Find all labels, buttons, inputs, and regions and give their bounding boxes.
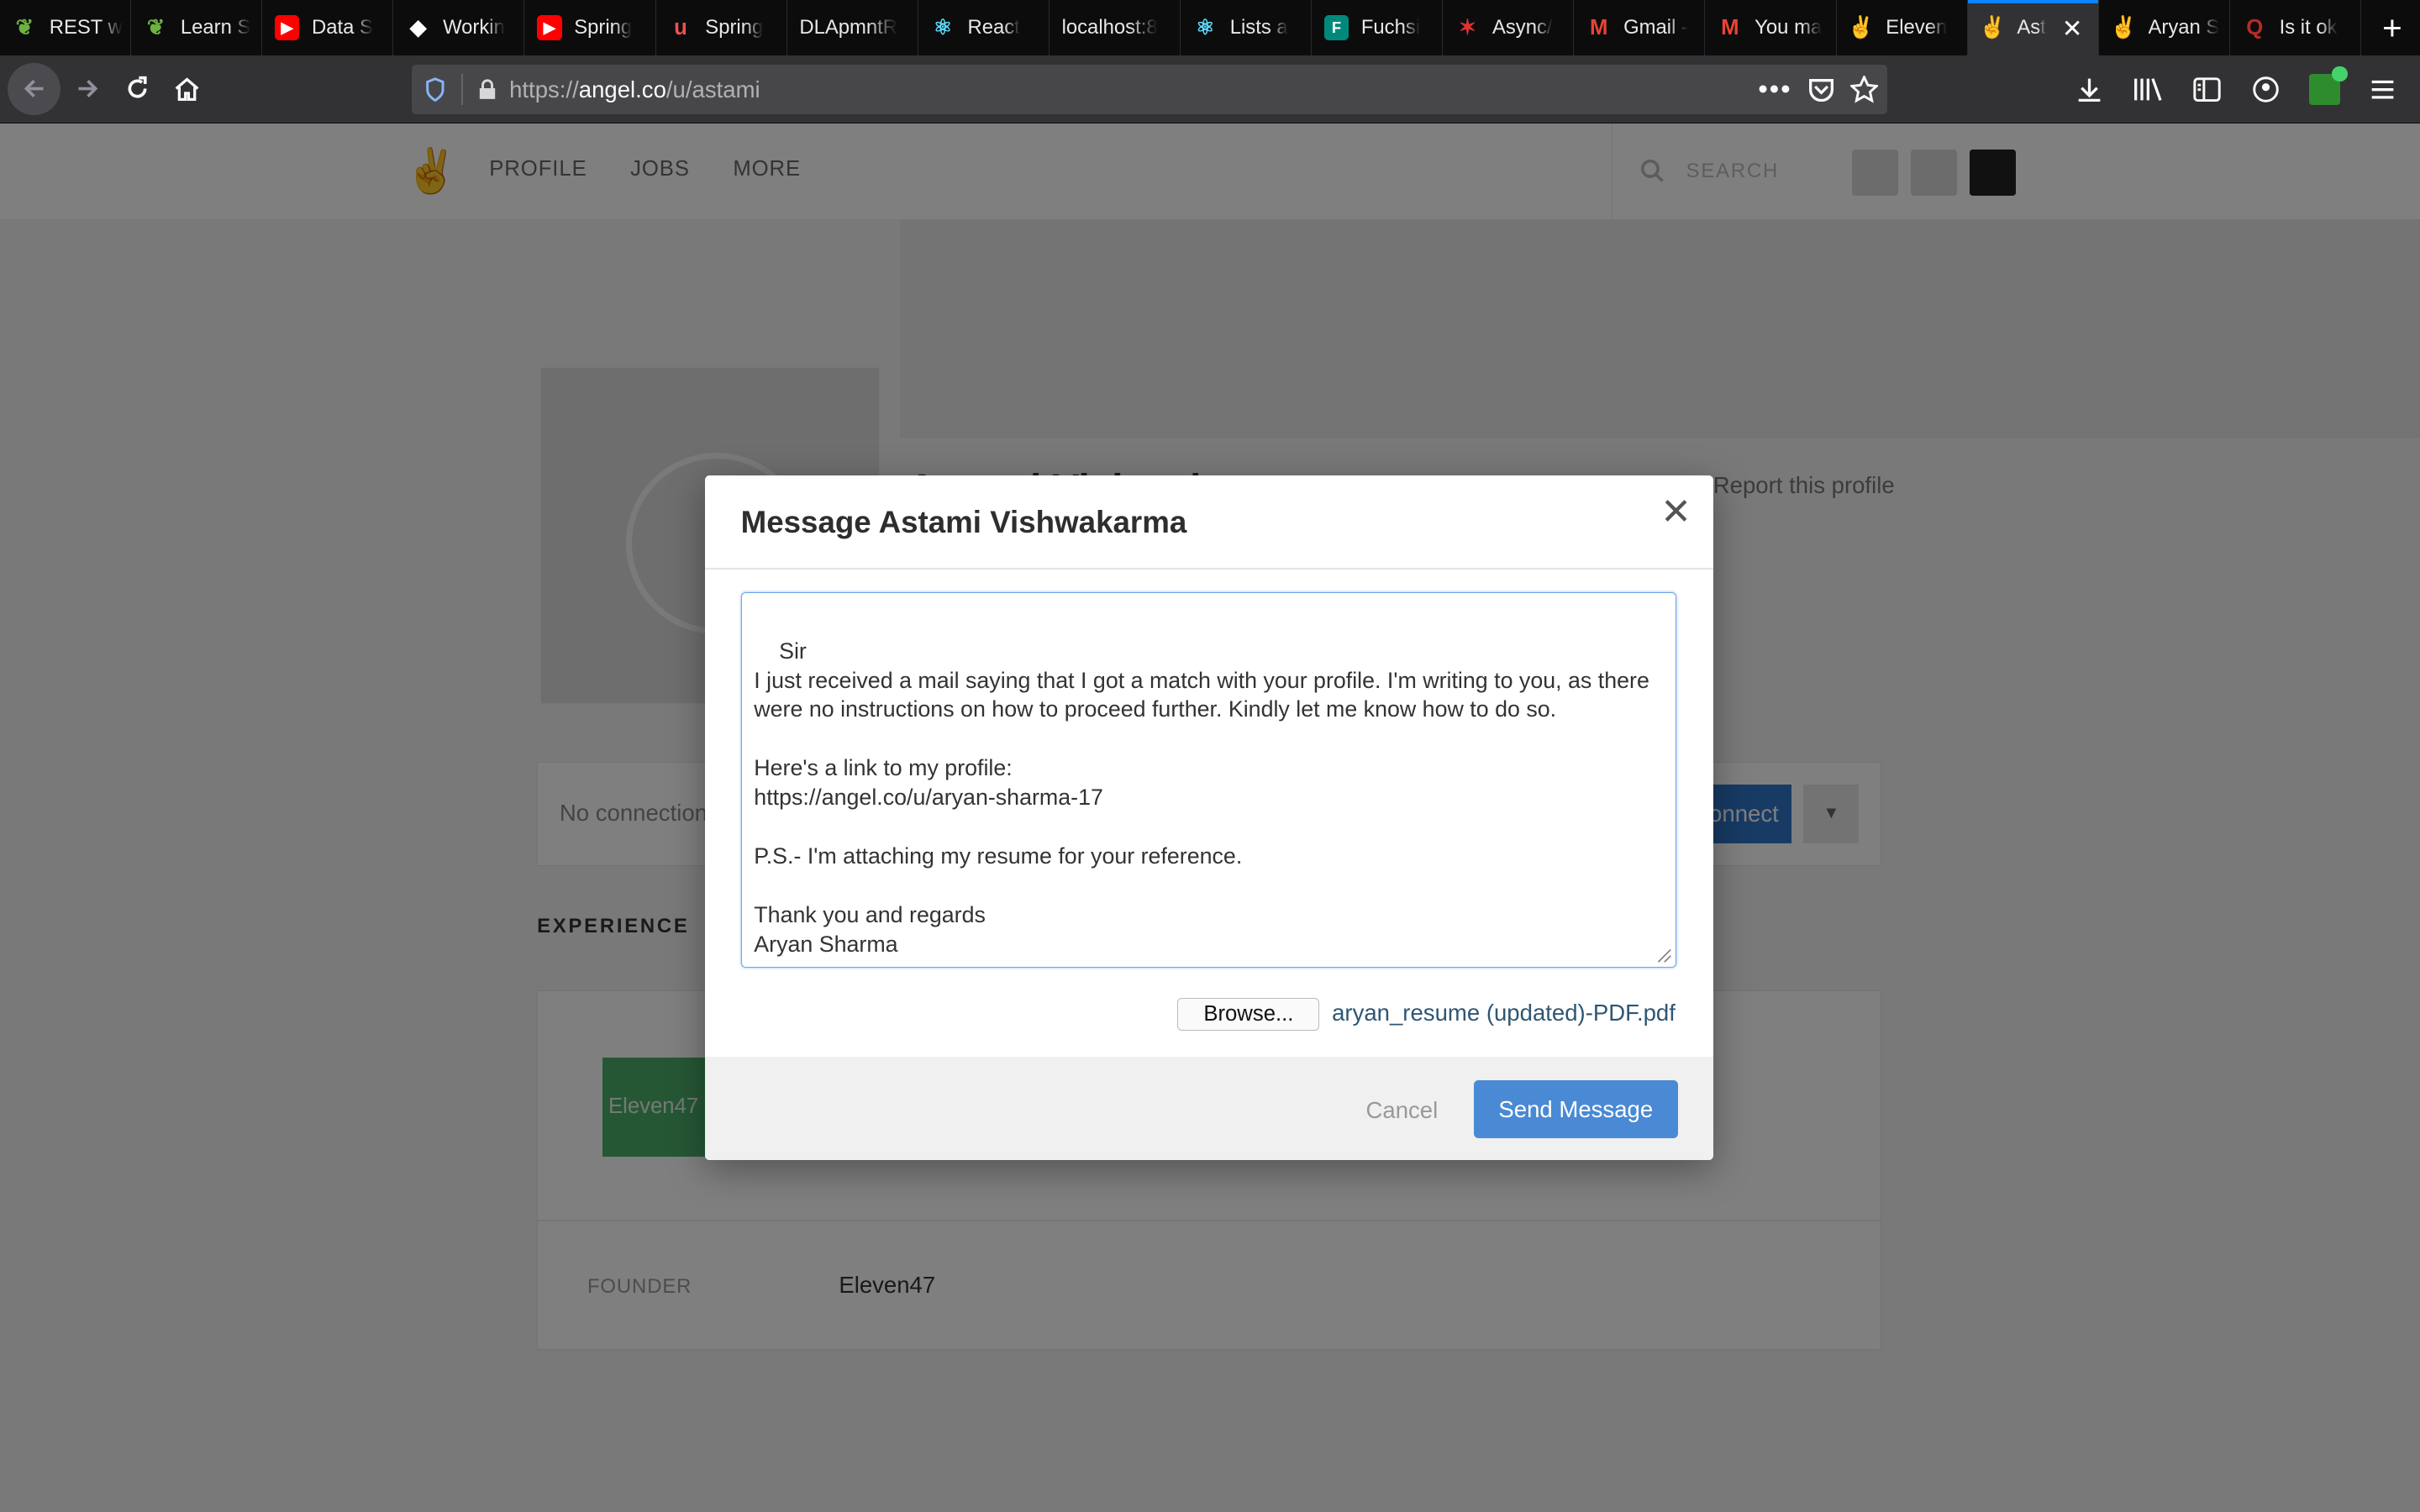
tab-label: React xyxy=(967,16,1020,39)
lock-icon xyxy=(480,79,496,99)
tab-label: Learn S xyxy=(180,16,251,39)
hamburger-icon xyxy=(2372,80,2394,99)
tab-label: Gmail - xyxy=(1623,16,1688,39)
pocket-icon[interactable] xyxy=(1807,77,1835,102)
url-bar[interactable]: https://angel.co/u/astami ••• xyxy=(412,65,1888,114)
reload-button[interactable] xyxy=(113,65,162,114)
arrow-right-icon xyxy=(78,80,98,98)
home-button[interactable] xyxy=(162,65,212,114)
browser-toolbar: https://angel.co/u/astami ••• xyxy=(0,55,2420,123)
react-icon: ⚛ xyxy=(933,16,953,40)
page-actions-icon[interactable]: ••• xyxy=(1758,74,1791,106)
message-text: Sir I just received a mail saying that I… xyxy=(754,638,1649,957)
resize-grip-icon[interactable] xyxy=(1654,945,1672,963)
leaf-icon: ❦ xyxy=(146,16,166,40)
fuchsia-icon: F xyxy=(1323,15,1349,40)
star-icon[interactable] xyxy=(1850,75,1879,103)
account-button[interactable] xyxy=(2241,65,2291,114)
tab-17[interactable]: Q Is it ok xyxy=(2230,0,2361,56)
angellist-icon: ✌ xyxy=(1847,16,1875,40)
browse-button[interactable]: Browse... xyxy=(1177,998,1320,1031)
cors-extension-icon xyxy=(2308,66,2348,105)
tab-label: Spring xyxy=(574,16,633,39)
tab-8[interactable]: localhost:8 xyxy=(1050,0,1181,56)
tab-3[interactable]: ◆ Workin xyxy=(393,0,525,56)
tab-10[interactable]: F Fuchsi xyxy=(1312,0,1444,56)
tab-12[interactable]: M Gmail - xyxy=(1574,0,1706,56)
download-icon xyxy=(2079,78,2101,102)
library-icon xyxy=(2134,78,2163,101)
tab-close-icon[interactable]: ✕ xyxy=(2062,14,2083,44)
message-textarea[interactable]: Sir I just received a mail saying that I… xyxy=(740,592,1676,968)
tab-label: Aryan S xyxy=(2148,16,2220,39)
angellist-icon: ✌ xyxy=(1979,16,2007,40)
udemy-icon: u xyxy=(674,15,687,39)
tab-label: Spring xyxy=(705,16,764,39)
cors-extension-button[interactable] xyxy=(2300,65,2349,114)
youtube-icon: ▶ xyxy=(274,15,300,40)
sidebar-icon xyxy=(2193,77,2221,102)
angellist-icon: ✌ xyxy=(2110,16,2138,40)
tab-7[interactable]: ⚛ React xyxy=(918,0,1050,56)
tab-4[interactable]: ▶ Spring xyxy=(524,0,656,56)
arrow-left-icon xyxy=(24,80,44,98)
tab-label: Workin xyxy=(443,16,505,39)
forward-button[interactable] xyxy=(63,65,113,114)
tab-6[interactable]: DLApmntR xyxy=(787,0,918,56)
tab-label: localhost:8 xyxy=(1061,16,1158,39)
menu-button[interactable] xyxy=(2359,65,2408,114)
home-icon xyxy=(175,77,199,102)
tab-5[interactable]: u Spring xyxy=(656,0,787,56)
tab-label: Lists a xyxy=(1229,16,1288,39)
tab-16[interactable]: ✌ Aryan S xyxy=(2099,0,2230,56)
tab-2[interactable]: ▶ Data S xyxy=(262,0,394,56)
tab-strip: ❦ REST w ❦ Learn S ▶ Data S ◆ Workin ▶ Spring u Spr… xyxy=(0,0,2420,56)
send-message-button[interactable]: Send Message xyxy=(1474,1079,1678,1139)
message-modal: Message Astami Vishwakarma ✕ Sir I just … xyxy=(705,475,1713,1161)
tab-label: Data S xyxy=(311,16,373,39)
tab-0[interactable]: ❦ REST w xyxy=(0,0,132,56)
url-text: https://angel.co/u/astami xyxy=(509,76,760,102)
tab-label: You ma xyxy=(1754,16,1823,39)
tab-label: REST w xyxy=(49,16,123,39)
divider xyxy=(705,567,1713,570)
figure-icon: ✶ xyxy=(1458,16,1477,40)
tab-label: Is it ok xyxy=(2279,16,2338,39)
gmail-icon: M xyxy=(1589,15,1608,39)
tab-9[interactable]: ⚛ Lists a xyxy=(1181,0,1313,56)
youtube-icon: ▶ xyxy=(537,15,562,40)
tab-label: Eleven xyxy=(1886,16,1948,39)
library-button[interactable] xyxy=(2123,65,2173,114)
back-button[interactable] xyxy=(8,62,60,116)
account-icon xyxy=(2253,76,2279,102)
sidebar-button[interactable] xyxy=(2182,65,2232,114)
quora-icon: Q xyxy=(2246,15,2264,39)
tab-1[interactable]: ❦ Learn S xyxy=(131,0,263,56)
shield-icon xyxy=(426,77,445,102)
tab-label: Async/ xyxy=(1491,16,1553,39)
tab-11[interactable]: ✶ Async/ xyxy=(1443,0,1575,56)
gmail-icon: M xyxy=(1721,15,1739,39)
tab-13[interactable]: M You ma xyxy=(1705,0,1837,56)
downloads-button[interactable] xyxy=(2065,65,2115,114)
attached-file-name: aryan_resume (updated)-PDF.pdf xyxy=(1332,1000,1676,1026)
tab-15[interactable]: ✌ Ast ✕ xyxy=(1967,0,2099,56)
tab-label: DLApmntR xyxy=(799,16,898,39)
modal-title: Message Astami Vishwakarma xyxy=(740,504,1187,539)
toolbar-right xyxy=(2065,65,2408,114)
tab-label: Ast xyxy=(2017,16,2046,39)
code-icon: ◆ xyxy=(409,16,427,40)
tab-label: Fuchsi xyxy=(1360,16,1421,39)
react-icon: ⚛ xyxy=(1195,16,1215,40)
new-tab-icon[interactable]: + xyxy=(2365,0,2420,55)
cancel-button[interactable]: Cancel xyxy=(1365,1097,1438,1124)
close-icon[interactable]: ✕ xyxy=(1660,493,1691,531)
tab-14[interactable]: ✌ Eleven xyxy=(1837,0,1968,56)
leaf-icon: ❦ xyxy=(15,16,34,40)
reload-icon xyxy=(128,76,147,99)
